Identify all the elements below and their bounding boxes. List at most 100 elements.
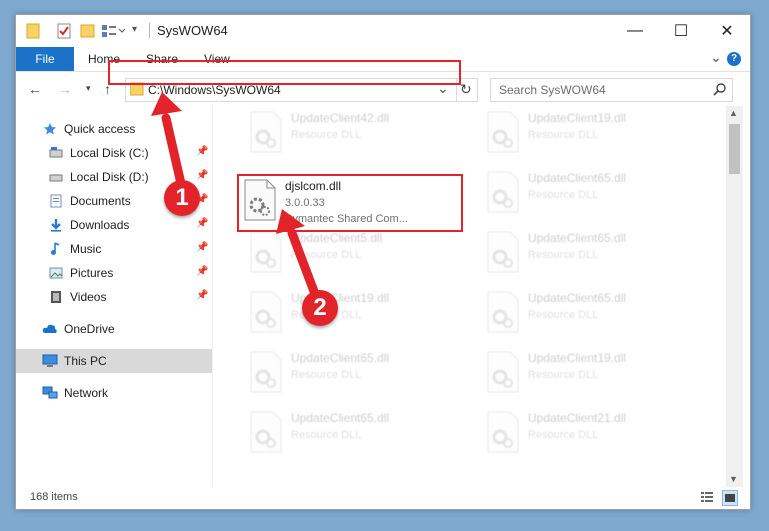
pin-icon[interactable]: 📌 bbox=[196, 290, 208, 301]
list-item[interactable]: UpdateClient65.dll Resource DLL bbox=[478, 289, 708, 339]
close-button[interactable]: ✕ bbox=[704, 15, 750, 47]
star-icon bbox=[42, 121, 58, 137]
scrollbar-thumb[interactable] bbox=[729, 124, 740, 174]
address-path: C:\Windows\SysWOW64 bbox=[148, 83, 281, 97]
dll-file-icon bbox=[487, 231, 519, 273]
sidebar-item-label: Local Disk (C:) bbox=[70, 146, 149, 160]
sidebar-item-network[interactable]: Network bbox=[16, 381, 212, 405]
quick-access-dropdown-icon[interactable]: ▾ bbox=[132, 24, 137, 40]
pin-icon[interactable]: 📌 bbox=[196, 170, 208, 181]
list-item[interactable]: UpdateClient19.dll Resource DLL bbox=[478, 349, 708, 399]
file-description: Resource DLL bbox=[291, 129, 362, 141]
sidebar-item-videos[interactable]: Videos 📌 bbox=[16, 285, 212, 309]
search-box[interactable]: Search SysWOW64 bbox=[490, 78, 733, 102]
new-folder-icon[interactable] bbox=[80, 23, 96, 39]
list-item[interactable]: UpdateClient65.dll Resource DLL bbox=[241, 349, 471, 399]
list-item[interactable]: UpdateClient65.dll Resource DLL bbox=[478, 169, 708, 219]
list-item[interactable]: UpdateClient21.dll Resource DLL bbox=[478, 409, 708, 459]
file-name: UpdateClient65.dll bbox=[528, 231, 627, 245]
list-item[interactable]: UpdateClient19.dll Resource DLL bbox=[241, 289, 471, 339]
large-icons-view-icon[interactable] bbox=[722, 490, 738, 506]
dll-file-icon bbox=[250, 111, 282, 153]
back-arrow-icon[interactable]: ← bbox=[28, 81, 42, 97]
file-version: 3.0.0.33 bbox=[285, 197, 325, 209]
forward-arrow-icon[interactable]: → bbox=[58, 81, 72, 97]
sidebar-item-this-pc[interactable]: This PC bbox=[16, 349, 212, 373]
list-item[interactable]: UpdateClient19.dll Resource DLL bbox=[478, 109, 708, 159]
file-description: Resource DLL bbox=[528, 249, 599, 261]
file-description: Resource DLL bbox=[528, 189, 599, 201]
search-icon bbox=[713, 82, 727, 99]
minimize-button[interactable]: — bbox=[612, 15, 658, 47]
file-name: djslcom.dll bbox=[285, 179, 342, 193]
dll-file-icon bbox=[487, 171, 519, 213]
highlighted-file-item[interactable]: djslcom.dll 3.0.0.33 Symantec Shared Com… bbox=[237, 174, 463, 232]
sidebar-item-local-disk-c[interactable]: Local Disk (C:) 📌 bbox=[16, 141, 212, 165]
sidebar-item-label: Downloads bbox=[70, 218, 130, 232]
sidebar-item-pictures[interactable]: Pictures 📌 bbox=[16, 261, 212, 285]
cloud-icon bbox=[42, 321, 58, 337]
network-icon bbox=[42, 385, 58, 401]
dll-file-icon bbox=[487, 291, 519, 333]
dll-file-icon bbox=[487, 111, 519, 153]
sidebar-item-downloads[interactable]: Downloads 📌 bbox=[16, 213, 212, 237]
tab-file[interactable]: File bbox=[16, 47, 74, 71]
properties-icon[interactable] bbox=[56, 23, 72, 39]
navigation-pane: Quick access Local Disk (C:) 📌 Local Dis… bbox=[16, 106, 212, 487]
file-name: UpdateClient19.dll bbox=[528, 351, 627, 365]
file-description: Resource DLL bbox=[291, 249, 362, 261]
drive-icon bbox=[48, 169, 64, 185]
sidebar-item-label: This PC bbox=[64, 354, 107, 368]
scroll-down-icon[interactable]: ▼ bbox=[729, 474, 738, 484]
folder-icon bbox=[26, 23, 40, 39]
expand-ribbon-icon[interactable]: ⌄ bbox=[710, 49, 722, 66]
details-view-icon[interactable] bbox=[700, 490, 714, 504]
file-explorer-window: ▾ SysWOW64 — ☐ ✕ File Home Share View ⌄ … bbox=[15, 14, 751, 510]
pictures-icon bbox=[48, 265, 64, 281]
file-description: Resource DLL bbox=[528, 369, 599, 381]
file-name: UpdateClient42.dll bbox=[291, 111, 390, 125]
dll-file-icon bbox=[250, 231, 282, 273]
pin-icon[interactable]: 📌 bbox=[196, 146, 208, 157]
dll-file-icon bbox=[487, 351, 519, 393]
scroll-up-icon[interactable]: ▲ bbox=[729, 108, 738, 118]
vertical-scrollbar[interactable]: ▲ ▼ bbox=[726, 106, 743, 487]
refresh-icon[interactable]: ↻ bbox=[460, 81, 472, 98]
sidebar-item-quick-access[interactable]: Quick access bbox=[16, 117, 212, 141]
title-separator bbox=[149, 23, 150, 38]
sidebar-item-label: Network bbox=[64, 386, 109, 400]
list-item[interactable]: UpdateClient65.dll Resource DLL bbox=[478, 229, 708, 279]
file-description: Resource DLL bbox=[528, 129, 599, 141]
window-title: SysWOW64 bbox=[157, 23, 228, 38]
file-description: Resource DLL bbox=[291, 369, 362, 381]
list-item[interactable]: UpdateClient65.dll Resource DLL bbox=[241, 409, 471, 459]
step-1-badge: 1 bbox=[164, 180, 200, 216]
dll-file-icon bbox=[250, 291, 282, 333]
sidebar-item-music[interactable]: Music 📌 bbox=[16, 237, 212, 261]
list-item-djslcom[interactable]: djslcom.dll 3.0.0.33 Symantec Shared Com… bbox=[239, 177, 469, 227]
download-arrow-icon bbox=[48, 217, 64, 233]
sidebar-item-label: Pictures bbox=[70, 266, 114, 280]
status-bar: 168 items bbox=[16, 487, 750, 509]
file-description: Resource DLL bbox=[528, 429, 599, 441]
search-input[interactable]: Search SysWOW64 bbox=[499, 83, 606, 97]
file-name: UpdateClient65.dll bbox=[291, 411, 390, 425]
dll-file-icon bbox=[244, 179, 276, 221]
customize-toolbar-icon[interactable] bbox=[101, 23, 126, 39]
list-item[interactable]: UpdateClient42.dll Resource DLL bbox=[241, 109, 471, 159]
recent-locations-icon[interactable]: ▾ bbox=[86, 83, 91, 94]
sidebar-item-label: Quick access bbox=[64, 122, 136, 136]
sidebar-item-onedrive[interactable]: OneDrive bbox=[16, 317, 212, 341]
sidebar-item-label: Videos bbox=[70, 290, 107, 304]
sidebar-item-label: OneDrive bbox=[64, 322, 115, 336]
dll-file-icon bbox=[250, 351, 282, 393]
help-icon[interactable]: ? bbox=[727, 52, 741, 66]
pin-icon[interactable]: 📌 bbox=[196, 218, 208, 229]
film-icon bbox=[48, 289, 64, 305]
maximize-button[interactable]: ☐ bbox=[658, 15, 704, 47]
list-item[interactable]: UpdateClient5.dll Resource DLL bbox=[241, 229, 471, 279]
step-2-badge: 2 bbox=[302, 290, 338, 326]
dll-file-icon bbox=[487, 411, 519, 453]
pin-icon[interactable]: 📌 bbox=[196, 242, 208, 253]
pin-icon[interactable]: 📌 bbox=[196, 266, 208, 277]
